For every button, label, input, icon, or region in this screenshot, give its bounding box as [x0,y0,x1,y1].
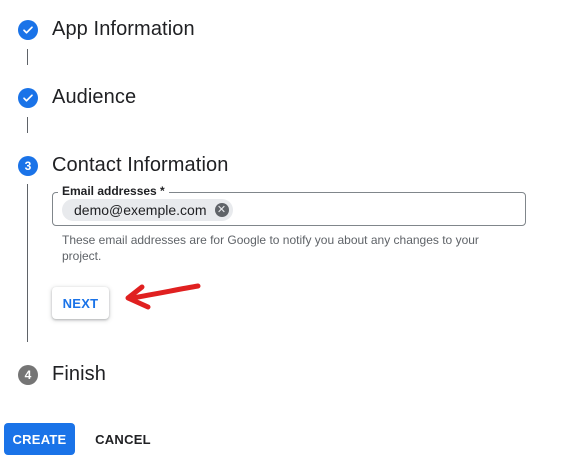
email-chip-text: demo@exemple.com [74,202,207,218]
email-addresses-label: Email addresses * [58,184,169,198]
red-arrow-annotation [125,283,201,310]
step-2-completed-icon [18,88,38,108]
step-3-content-line [27,184,28,342]
step-connector [27,117,28,133]
oauth-consent-stepper: App Information Audience 3 Contact Infor… [0,0,570,467]
checkmark-icon [23,26,33,34]
step-3-title: Contact Information [52,154,229,176]
checkmark-icon [23,94,33,102]
cancel-button[interactable]: CANCEL [88,423,158,455]
email-chip: demo@exemple.com ✕ [62,199,233,221]
step-1-title[interactable]: App Information [52,18,195,41]
email-helper-text: These email addresses are for Google to … [62,233,479,263]
step-4-title[interactable]: Finish [52,363,106,386]
cancel-circle-icon[interactable]: ✕ [214,203,229,217]
create-button[interactable]: CREATE [4,423,75,455]
step-1-completed-icon [18,20,38,40]
step-connector [27,49,28,65]
step-4-number-icon: 4 [18,365,38,385]
next-button[interactable]: NEXT [52,287,109,319]
step-3-number-icon: 3 [18,156,38,176]
step-2-title[interactable]: Audience [52,86,136,109]
